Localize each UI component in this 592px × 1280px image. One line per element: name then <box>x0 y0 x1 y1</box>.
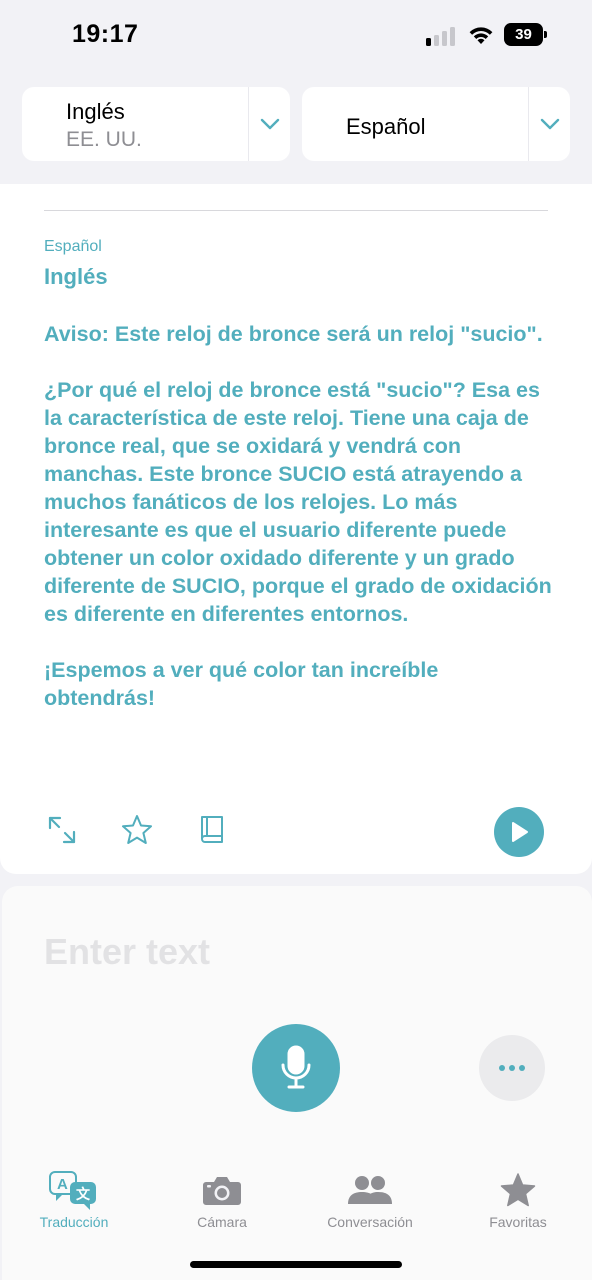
status-time: 19:17 <box>72 20 139 48</box>
divider <box>44 210 548 211</box>
play-icon <box>512 822 528 842</box>
battery-level: 39 <box>504 23 543 46</box>
star-filled-icon <box>453 1170 583 1210</box>
result-language-label: Español <box>44 238 102 255</box>
wifi-icon <box>466 24 496 46</box>
tab-label: Traducción <box>39 1214 109 1230</box>
language-selector-bar: Inglés EE. UU. Español <box>0 70 592 184</box>
camera-icon <box>157 1170 287 1210</box>
target-language-name: Español <box>346 114 426 139</box>
star-icon[interactable] <box>119 812 155 848</box>
chevron-down-icon[interactable] <box>249 87 290 161</box>
cellular-signal-icon <box>426 26 458 46</box>
source-language-selector[interactable]: Inglés EE. UU. <box>22 87 290 161</box>
tab-bar: A 文 Traducción Cámara Conversación Favor… <box>0 1160 592 1240</box>
tab-camera[interactable]: Cámara <box>157 1160 287 1234</box>
conversation-icon <box>305 1170 435 1210</box>
result-language-title: Inglés <box>44 264 108 289</box>
status-bar: 19:17 39 <box>0 0 592 70</box>
translation-result-card: Español Inglés Aviso: Este reloj de bron… <box>0 184 592 874</box>
svg-text:文: 文 <box>76 1186 91 1203</box>
translate-icon: A 文 <box>9 1170 139 1210</box>
chevron-down-icon[interactable] <box>529 87 570 161</box>
tab-conversation[interactable]: Conversación <box>305 1160 435 1234</box>
microphone-button[interactable] <box>252 1024 340 1112</box>
expand-icon[interactable] <box>44 812 80 848</box>
text-input[interactable] <box>44 928 464 976</box>
book-icon[interactable] <box>194 812 230 848</box>
source-language-name: Inglés <box>66 99 125 124</box>
tab-translation[interactable]: A 文 Traducción <box>9 1160 139 1234</box>
microphone-icon <box>281 1045 311 1089</box>
more-options-button[interactable] <box>479 1035 545 1101</box>
target-language-selector[interactable]: Español <box>302 87 570 161</box>
translate-app-screen: 19:17 39 Inglés EE. UU. Español Español … <box>0 0 592 1280</box>
ellipsis-icon <box>499 1065 525 1071</box>
tab-label: Favoritas <box>489 1214 547 1230</box>
play-button[interactable] <box>494 807 544 857</box>
tab-label: Cámara <box>197 1214 247 1230</box>
tab-label: Conversación <box>327 1214 413 1230</box>
home-indicator[interactable] <box>190 1261 402 1268</box>
source-language-region: EE. UU. <box>66 128 142 151</box>
battery-icon: 39 <box>504 23 548 46</box>
tab-favorites[interactable]: Favoritas <box>453 1160 583 1234</box>
svg-text:A: A <box>57 1176 68 1193</box>
translated-text[interactable]: Aviso: Este reloj de bronce será un relo… <box>44 320 554 712</box>
